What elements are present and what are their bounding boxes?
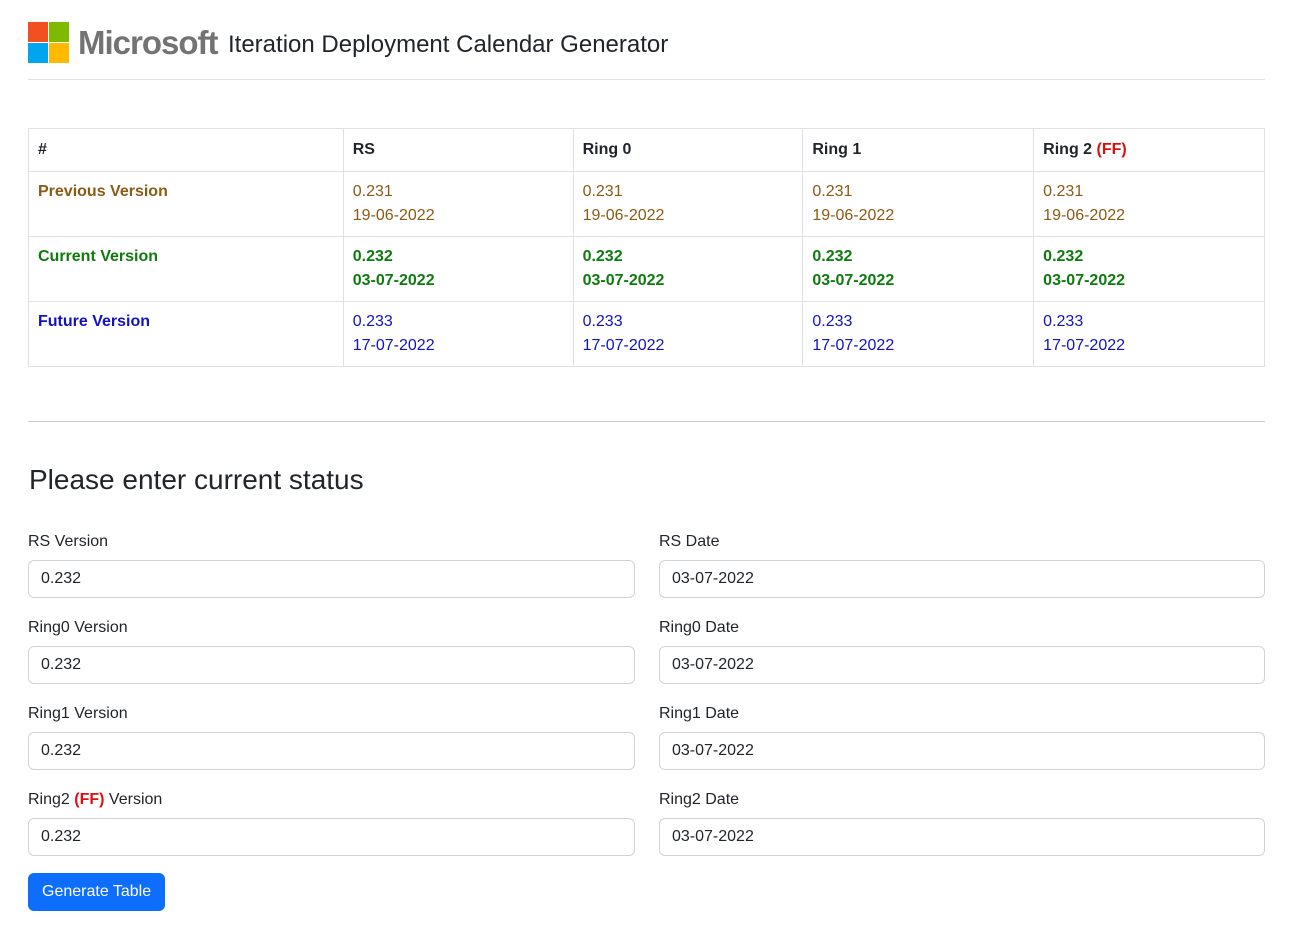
rs-version-field: RS Version <box>28 532 635 598</box>
table-cell: 0.231 19-06-2022 <box>572 171 804 237</box>
table-cell: 0.231 19-06-2022 <box>802 171 1035 237</box>
ring2-date-field: Ring2 Date <box>659 790 1265 856</box>
table-header-row: # RS Ring 0 Ring 1 Ring 2 (FF) <box>28 128 1265 172</box>
row-label-previous: Previous Version <box>28 171 344 237</box>
table-cell: 0.231 19-06-2022 <box>342 171 574 237</box>
column-header-rs: RS <box>342 128 574 172</box>
ring0-date-field: Ring0 Date <box>659 618 1265 684</box>
table-cell: 0.233 17-07-2022 <box>1033 301 1265 367</box>
ring1-version-input[interactable] <box>28 732 635 770</box>
section-divider <box>28 421 1265 422</box>
ring1-version-label: Ring1 Version <box>28 705 128 722</box>
ring0-date-label: Ring0 Date <box>659 619 740 636</box>
ring1-date-field: Ring1 Date <box>659 704 1265 770</box>
row-label-future: Future Version <box>28 301 344 367</box>
rs-date-label: RS Date <box>659 533 720 550</box>
table-cell: 0.233 17-07-2022 <box>572 301 804 367</box>
ring2-date-label: Ring2 Date <box>659 791 740 808</box>
column-header-ring1: Ring 1 <box>802 128 1035 172</box>
table-cell: 0.233 17-07-2022 <box>802 301 1035 367</box>
rs-version-label: RS Version <box>28 533 109 550</box>
rs-date-input[interactable] <box>659 560 1265 598</box>
table-cell: 0.233 17-07-2022 <box>342 301 574 367</box>
rs-version-input[interactable] <box>28 560 635 598</box>
column-header-ring2: Ring 2 (FF) <box>1033 128 1265 172</box>
microsoft-logo-icon <box>28 22 69 63</box>
ring0-version-field: Ring0 Version <box>28 618 635 684</box>
ring1-date-input[interactable] <box>659 732 1265 770</box>
ring1-date-label: Ring1 Date <box>659 705 740 722</box>
ff-tag: (FF) <box>1096 141 1127 158</box>
form-title: Please enter current status <box>29 464 364 495</box>
ring2-version-input[interactable] <box>28 818 635 856</box>
table-row: Previous Version 0.231 19-06-2022 0.231 19… <box>28 171 1265 237</box>
ring0-version-label: Ring0 Version <box>28 619 128 636</box>
rs-date-field: RS Date <box>659 532 1265 598</box>
page-header: Microsoft Iteration Deployment Calendar … <box>28 22 1265 80</box>
table-row: Current Version 0.232 03-07-2022 0.232 03-… <box>28 236 1265 302</box>
table-cell: 0.231 19-06-2022 <box>1033 171 1265 237</box>
table-cell: 0.232 03-07-2022 <box>572 236 804 302</box>
table-cell: 0.232 03-07-2022 <box>1033 236 1265 302</box>
column-header-hash: # <box>28 128 344 172</box>
ring1-version-field: Ring1 Version <box>28 704 635 770</box>
ring2-version-label: Ring2 (FF) Version <box>28 791 163 808</box>
table-cell: 0.232 03-07-2022 <box>342 236 574 302</box>
deployment-calendar-table: # RS Ring 0 Ring 1 Ring 2 (FF) Previous … <box>28 128 1265 367</box>
ring0-version-input[interactable] <box>28 646 635 684</box>
table-row: Future Version 0.233 17-07-2022 0.233 17-0… <box>28 301 1265 367</box>
column-header-ring0: Ring 0 <box>572 128 804 172</box>
ring2-date-input[interactable] <box>659 818 1265 856</box>
table-cell: 0.232 03-07-2022 <box>802 236 1035 302</box>
ff-tag: (FF) <box>74 791 105 808</box>
ring0-date-input[interactable] <box>659 646 1265 684</box>
page-title: Iteration Deployment Calendar Generator <box>228 31 669 58</box>
row-label-current: Current Version <box>28 236 344 302</box>
ring2-version-field: Ring2 (FF) Version <box>28 790 635 856</box>
brand-name: Microsoft <box>78 24 218 61</box>
generate-table-button[interactable]: Generate Table <box>28 873 166 911</box>
